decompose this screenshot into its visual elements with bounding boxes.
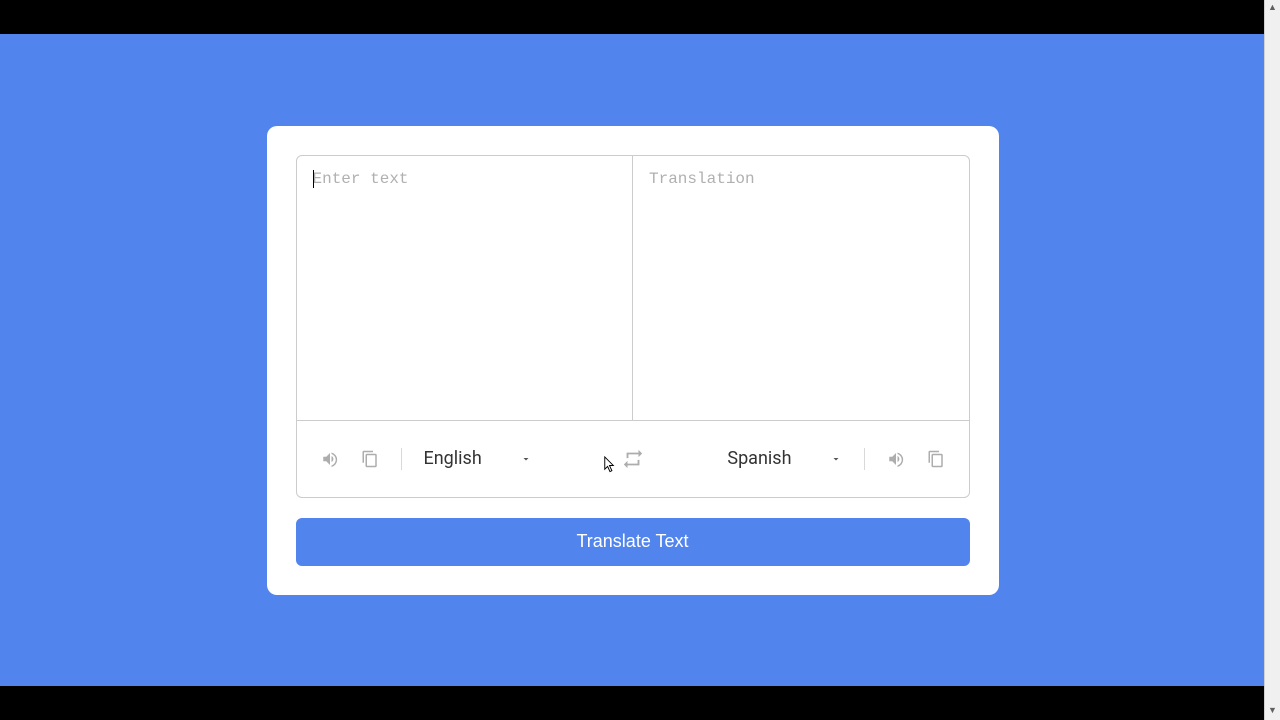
target-language-select[interactable]: Spanish xyxy=(727,448,841,469)
scroll-down-icon[interactable]: ▼ xyxy=(1265,703,1280,720)
translate-button[interactable]: Translate Text xyxy=(296,518,970,566)
source-controls: English xyxy=(321,448,622,470)
scroll-up-icon[interactable]: ▲ xyxy=(1265,0,1280,17)
target-controls: Spanish xyxy=(644,448,945,470)
source-language-label: English xyxy=(424,448,482,469)
source-textarea[interactable] xyxy=(297,156,633,420)
speaker-icon[interactable] xyxy=(321,450,339,468)
separator xyxy=(864,448,865,470)
chevron-down-icon xyxy=(830,453,842,465)
vertical-scrollbar[interactable]: ▲ ▼ xyxy=(1264,0,1280,720)
copy-icon[interactable] xyxy=(361,450,379,468)
controls-row: English Spanish xyxy=(297,420,969,497)
speaker-icon[interactable] xyxy=(887,450,905,468)
text-caret xyxy=(313,170,314,188)
text-panels: English Spanish xyxy=(296,155,970,498)
source-text-cell xyxy=(297,156,633,420)
source-language-select[interactable]: English xyxy=(424,448,532,469)
copy-icon[interactable] xyxy=(927,450,945,468)
app-viewport: English Spanish xyxy=(0,34,1265,686)
target-language-label: Spanish xyxy=(727,448,791,469)
target-textarea[interactable] xyxy=(633,156,969,420)
target-text-cell xyxy=(632,156,969,420)
chevron-down-icon xyxy=(520,453,532,465)
translator-card: English Spanish xyxy=(267,126,999,595)
swap-icon[interactable] xyxy=(622,448,644,470)
separator xyxy=(401,448,402,470)
text-row xyxy=(297,156,969,420)
